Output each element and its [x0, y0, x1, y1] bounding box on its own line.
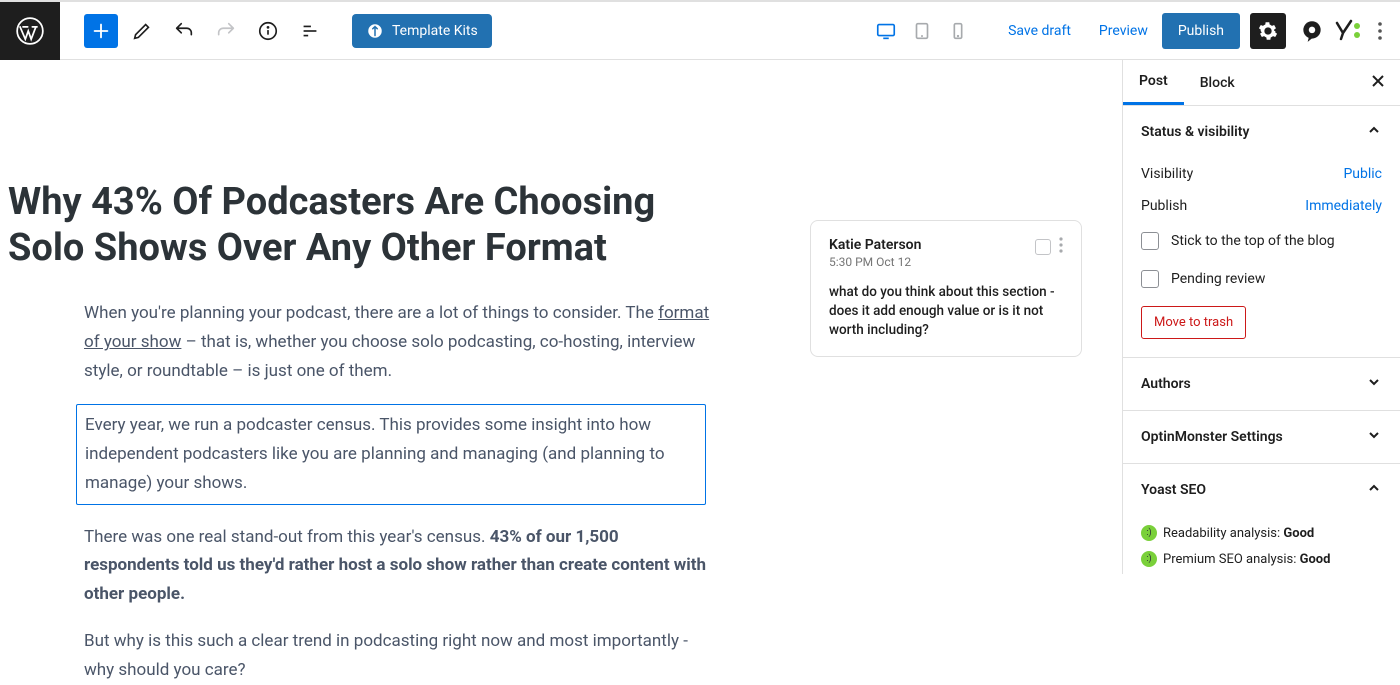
pending-label: Pending review [1171, 271, 1265, 287]
preview-link[interactable]: Preview [1085, 23, 1162, 39]
chevron-down-icon [1366, 427, 1382, 447]
paragraph-block-1[interactable]: When you're planning your podcast, there… [84, 299, 714, 386]
desktop-view-icon[interactable] [868, 13, 904, 49]
settings-sidebar: Post Block Status & visibility Visibilit… [1122, 60, 1400, 574]
info-icon[interactable] [250, 13, 286, 49]
stick-checkbox[interactable] [1141, 232, 1159, 250]
more-options-button[interactable] [1366, 13, 1394, 49]
tab-post[interactable]: Post [1123, 60, 1184, 105]
panel-status-visibility[interactable]: Status & visibility [1123, 106, 1400, 158]
outline-icon[interactable] [292, 13, 328, 49]
comment-body: what do you think about this section - d… [829, 283, 1063, 340]
chat-icon[interactable] [1294, 13, 1330, 49]
top-toolbar: Template Kits Save draft Preview Publish [0, 2, 1400, 60]
settings-button[interactable] [1250, 13, 1286, 49]
chevron-down-icon [1366, 374, 1382, 394]
publish-value[interactable]: Immediately [1305, 198, 1382, 214]
chevron-up-icon [1366, 480, 1382, 500]
close-sidebar-button[interactable] [1370, 73, 1386, 93]
visibility-value[interactable]: Public [1343, 166, 1382, 182]
panel-authors[interactable]: Authors [1123, 358, 1400, 410]
publish-label: Publish [1141, 198, 1187, 214]
undo-icon[interactable] [166, 13, 202, 49]
editor-canvas[interactable]: Why 43% Of Podcasters Are Choosing Solo … [0, 60, 1122, 574]
yoast-icon[interactable] [1330, 13, 1366, 49]
pending-checkbox[interactable] [1141, 270, 1159, 288]
add-block-button[interactable] [84, 14, 118, 48]
paragraph-block-2-selected[interactable]: Every year, we run a podcaster census. T… [76, 404, 706, 505]
visibility-label: Visibility [1141, 166, 1193, 182]
premium-seo-row[interactable]: Premium SEO analysis: Good [1141, 546, 1382, 572]
post-title[interactable]: Why 43% Of Podcasters Are Choosing Solo … [8, 180, 728, 271]
paragraph-block-3[interactable]: There was one real stand-out from this y… [84, 523, 714, 610]
chevron-up-icon [1366, 122, 1382, 142]
template-kits-label: Template Kits [392, 23, 478, 39]
comment-more-icon[interactable] [1059, 237, 1063, 257]
panel-yoast-seo[interactable]: Yoast SEO [1123, 464, 1400, 516]
smiley-green-icon [1141, 525, 1157, 541]
panel-optinmonster[interactable]: OptinMonster Settings [1123, 411, 1400, 463]
comment-timestamp: 5:30 PM Oct 12 [829, 255, 921, 269]
publish-button[interactable]: Publish [1162, 13, 1240, 49]
wordpress-logo[interactable] [0, 2, 60, 60]
edit-icon[interactable] [124, 13, 160, 49]
mobile-view-icon[interactable] [940, 13, 976, 49]
resolve-checkbox[interactable] [1035, 239, 1051, 255]
redo-icon[interactable] [208, 13, 244, 49]
tablet-view-icon[interactable] [904, 13, 940, 49]
template-kits-button[interactable]: Template Kits [352, 14, 492, 48]
comment-card[interactable]: Katie Paterson 5:30 PM Oct 12 what do yo… [810, 220, 1082, 357]
readability-row[interactable]: Readability analysis: Good [1141, 520, 1382, 546]
stick-label: Stick to the top of the blog [1171, 233, 1335, 249]
save-draft-link[interactable]: Save draft [994, 23, 1085, 39]
move-to-trash-button[interactable]: Move to trash [1141, 306, 1246, 339]
paragraph-block-4[interactable]: But why is this such a clear trend in po… [84, 627, 714, 685]
tab-block[interactable]: Block [1184, 60, 1251, 105]
smiley-green-icon [1141, 551, 1157, 567]
comment-author: Katie Paterson [829, 237, 921, 253]
